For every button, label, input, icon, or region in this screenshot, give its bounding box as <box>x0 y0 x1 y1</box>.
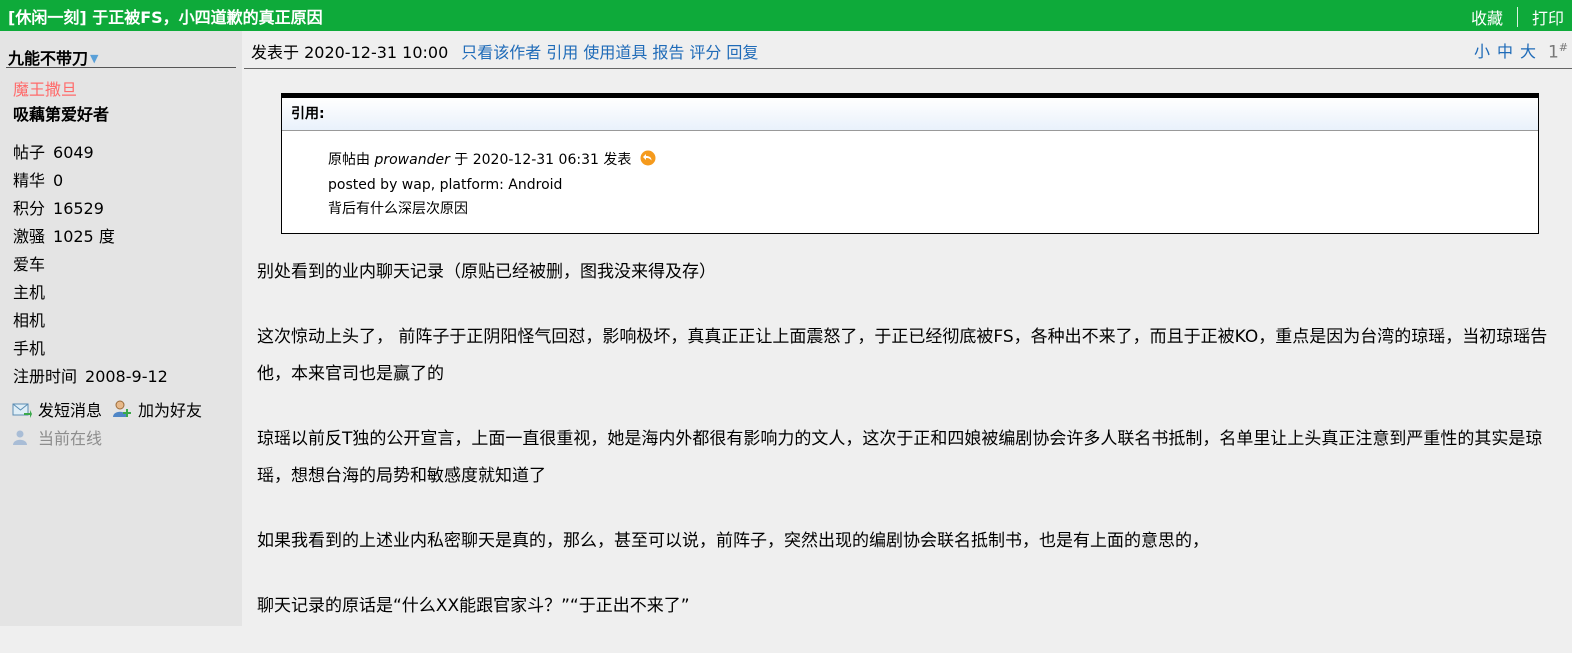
stat-row: 注册时间 2008-9-12 <box>13 363 168 391</box>
floor-number-value: 1 <box>1547 42 1559 63</box>
post-header: 发表于 2020-12-31 10:00 只看该作者 引用 使用道具 报告 评分 回复 <box>251 39 758 63</box>
stat-value: 16529 <box>53 199 104 218</box>
post-paragraph: 这次惊动上头了， 前阵子于正阴阳怪气回怼，影响极坏，真真正正让上面震怒了，于正已… <box>257 327 1548 384</box>
stat-value: 1025 度 <box>53 227 115 246</box>
post-paragraph: 琼瑶以前反T独的公开宣言，上面一直很重视，她是海内外都很有影响力的文人，这次于正… <box>257 429 1543 486</box>
stat-label: 精华 <box>13 171 46 190</box>
stat-label: 帖子 <box>13 143 46 162</box>
thread-title: [休闲一刻] 于正被FS，小四道歉的真正原因 <box>8 8 323 27</box>
send-message-link[interactable]: 发短消息 <box>38 397 102 421</box>
quote-link[interactable]: 引用 <box>546 43 578 62</box>
quote-body: 原帖由 prowander 于 2020-12-31 06:31 发表 post… <box>328 148 656 222</box>
stat-label: 积分 <box>13 199 46 218</box>
floor-number: 1# <box>1548 41 1568 63</box>
send-message-icon[interactable] <box>12 400 32 418</box>
jump-to-post-icon[interactable] <box>640 150 656 166</box>
quote-prefix: 原帖由 <box>328 152 370 168</box>
post-timestamp: 发表于 2020-12-31 10:00 <box>251 43 449 62</box>
stat-row: 激骚 1025 度 <box>13 223 168 251</box>
font-size-small[interactable]: 小 <box>1474 42 1490 61</box>
author-name[interactable]: 九能不带刀 <box>8 49 88 68</box>
online-status-text: 当前在线 <box>38 429 103 448</box>
quote-block: 引用: 原帖由 prowander 于 2020-12-31 06:31 发表 … <box>281 93 1539 234</box>
stat-row: 精华 0 <box>13 167 168 195</box>
user-online-icon <box>13 430 27 445</box>
add-friend-icon[interactable] <box>112 400 132 418</box>
quote-header: 引用: <box>282 98 1538 131</box>
author-stats: 帖子 6049 精华 0 积分 16529 激骚 1025 度 爱车 主机 相机 手机 … <box>13 139 168 391</box>
only-author-link[interactable]: 只看该作者 <box>461 43 541 62</box>
post-content: 别处看到的业内聊天记录（原贴已经被删，图我没来得及存） 这次惊动上头了， 前阵子… <box>257 254 1567 653</box>
divider <box>6 67 236 68</box>
stat-value: 2008-9-12 <box>85 367 168 386</box>
author-links: 发短消息 加为好友 <box>12 397 202 421</box>
quote-username[interactable]: prowander <box>374 152 449 168</box>
stat-row: 主机 <box>13 279 168 307</box>
rank-subtitle: 吸藕第爱好者 <box>13 105 110 124</box>
print-link[interactable]: 打印 <box>1532 5 1564 29</box>
stat-row: 相机 <box>13 307 168 335</box>
quote-text: 背后有什么深层次原因 <box>328 201 468 217</box>
stat-label: 注册时间 <box>13 367 78 386</box>
quote-source-line: 原帖由 prowander 于 2020-12-31 06:31 发表 <box>328 148 656 173</box>
font-size-medium[interactable]: 中 <box>1497 42 1513 61</box>
post-paragraph: 别处看到的业内聊天记录（原贴已经被删，图我没来得及存） <box>257 262 716 282</box>
quote-posted-at: 于 2020-12-31 06:31 发表 <box>454 152 632 168</box>
stat-label: 主机 <box>13 283 46 302</box>
stat-row: 积分 16529 <box>13 195 168 223</box>
quote-platform-line: posted by wap, platform: Android <box>328 176 563 193</box>
stat-value: 0 <box>53 171 64 190</box>
report-link[interactable]: 报告 <box>652 43 684 62</box>
stat-value: 6049 <box>53 143 94 162</box>
use-item-link[interactable]: 使用道具 <box>583 43 647 62</box>
post-paragraph: 如果我看到的上述业内私密聊天是真的，那么，甚至可以说，前阵子，突然出现的编剧协会… <box>257 531 1209 551</box>
thread-actions: 收藏 打印 <box>1471 5 1564 29</box>
add-friend-link[interactable]: 加为好友 <box>138 397 202 421</box>
author-menu[interactable]: 九能不带刀 ▼ <box>8 45 98 69</box>
font-size-large[interactable]: 大 <box>1520 42 1536 61</box>
stat-row: 爱车 <box>13 251 168 279</box>
stat-label: 激骚 <box>13 227 46 246</box>
thread-title-bar: [休闲一刻] 于正被FS，小四道歉的真正原因 收藏 打印 <box>0 0 1572 31</box>
rank-title: 魔王撒旦 <box>13 80 78 99</box>
chevron-down-icon[interactable]: ▼ <box>90 52 98 65</box>
divider <box>1516 7 1518 27</box>
stat-row: 手机 <box>13 335 168 363</box>
stat-row: 帖子 6049 <box>13 139 168 167</box>
stat-label: 爱车 <box>13 255 46 274</box>
stat-label: 手机 <box>13 339 46 358</box>
font-size-switcher: 小中大 <box>1474 38 1536 62</box>
post-paragraph: 聊天记录的原话是“什么XX能跟官家斗？”“于正出不来了” <box>257 596 690 616</box>
online-status: 当前在线 <box>12 425 102 449</box>
stat-label: 相机 <box>13 311 46 330</box>
floor-mark: # <box>1558 41 1568 54</box>
rate-link[interactable]: 评分 <box>689 43 721 62</box>
divider <box>244 68 1572 69</box>
reply-link[interactable]: 回复 <box>726 43 758 62</box>
author-sidebar: 九能不带刀 ▼ 魔王撒旦 吸藕第爱好者 帖子 6049 精华 0 积分 16529 激骚… <box>0 31 242 626</box>
favorite-link[interactable]: 收藏 <box>1471 5 1503 29</box>
